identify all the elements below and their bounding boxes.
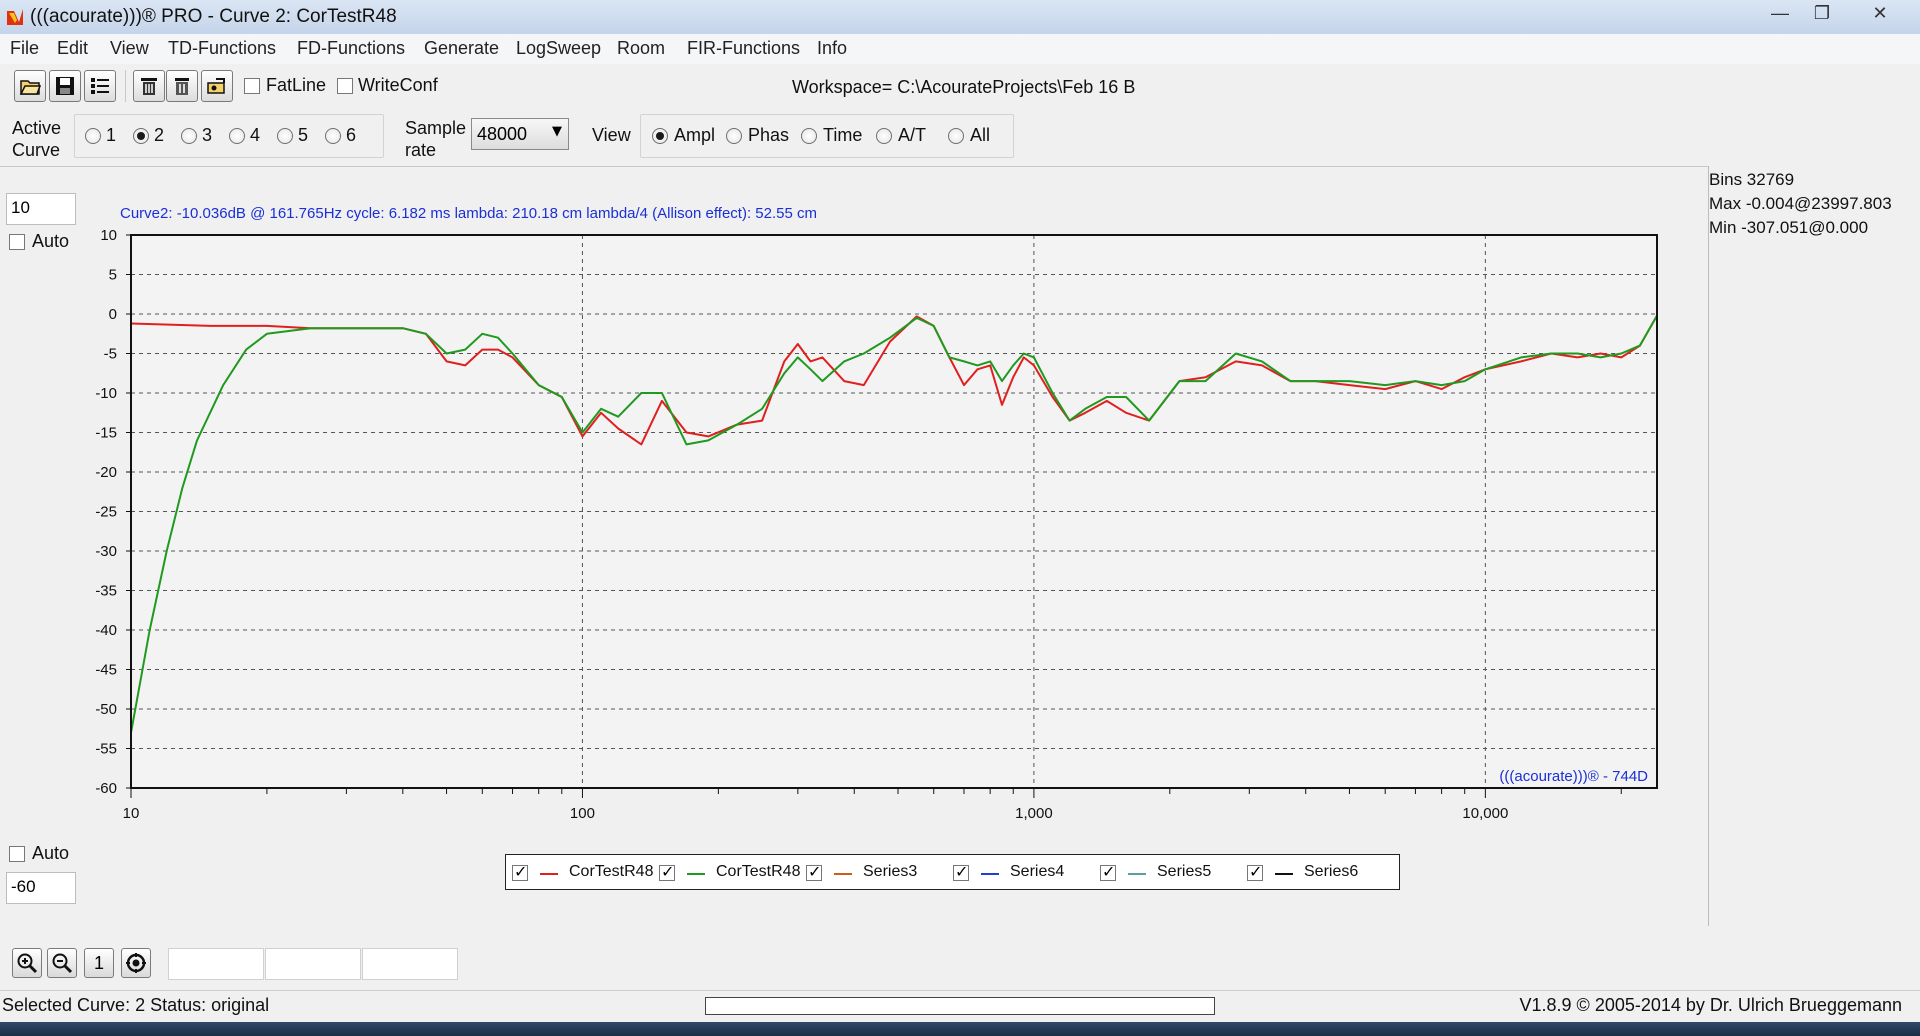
zoom-in-icon: [17, 953, 38, 974]
legend-checkbox[interactable]: [1100, 862, 1116, 881]
chart-watermark: (((acourate)))® - 744D: [1499, 768, 1648, 785]
legend-label: Series3: [863, 863, 918, 880]
y-tick-label: -60: [95, 780, 117, 797]
legend-label: Series5: [1157, 863, 1212, 880]
zoom-field-2: [265, 948, 361, 980]
version-text: V1.8.9 © 2005-2014 by Dr. Ulrich Bruegge…: [1519, 995, 1902, 1015]
legend-label: Series4: [1010, 863, 1065, 880]
legend-checkbox[interactable]: [512, 862, 528, 881]
y-tick-label: -30: [95, 543, 117, 560]
legend-checkbox[interactable]: [1247, 862, 1263, 881]
max-value: Max -0.004@23997.803: [1709, 194, 1892, 213]
x-tick-label: 100: [570, 805, 595, 822]
y-tick-label: -25: [95, 504, 117, 521]
zoom-out-icon: [52, 953, 73, 974]
taskbar: [0, 1022, 1920, 1036]
progress-bar: [705, 997, 1215, 1015]
auto-bottom-checkbox[interactable]: [9, 846, 25, 862]
y-tick-label: 10: [100, 227, 117, 244]
x-tick-label: 10,000: [1462, 805, 1508, 822]
y-tick-label: -35: [95, 583, 117, 600]
y-tick-label: -50: [95, 701, 117, 718]
legend-swatch: [540, 873, 558, 875]
zoom-field-3: [362, 948, 458, 980]
legend-label: CorTestR48: [716, 863, 801, 880]
stats-panel: [1708, 166, 1919, 926]
legend-label: Series6: [1304, 863, 1359, 880]
settings-button[interactable]: [121, 948, 151, 978]
zoom-field-1: [168, 948, 264, 980]
y-tick-label: -20: [95, 464, 117, 481]
legend-swatch: [834, 873, 852, 875]
close-icon[interactable]: ✕: [1858, 0, 1902, 26]
legend-checkbox[interactable]: [953, 862, 969, 881]
reset-zoom-button[interactable]: 1: [84, 948, 114, 978]
min-value: Min -307.051@0.000: [1709, 218, 1869, 237]
legend: CorTestR48 CorTestR48 Series3 Series4 Se…: [505, 854, 1400, 890]
zoom-out-button[interactable]: [47, 948, 77, 978]
y-tick-label: -40: [95, 622, 117, 639]
y-tick-label: -55: [95, 741, 117, 758]
legend-label: CorTestR48: [569, 863, 654, 880]
y-tick-label: -15: [95, 425, 117, 442]
restore-icon[interactable]: ❐: [1800, 0, 1844, 26]
y-tick-label: 0: [109, 306, 117, 323]
y-axis: 10 5 0 -5 -10 -15 -20 -25 -30 -35 -40 -45 -50 -55 -60: [95, 227, 131, 797]
legend-swatch: [981, 873, 999, 875]
legend-checkbox[interactable]: [659, 862, 675, 881]
y-min-input[interactable]: -60: [6, 872, 76, 904]
y-tick-label: -10: [95, 385, 117, 402]
settings-icon: [126, 953, 146, 973]
amplitude-chart[interactable]: 1050-5-10-15-20-25-30-35-40-45-50-55-60 …: [0, 0, 1700, 840]
x-axis: 10 100 1,000 10,000: [123, 788, 1622, 822]
legend-swatch: [1275, 873, 1293, 875]
auto-bottom-label: Auto: [32, 843, 70, 863]
x-tick-label: 10: [123, 805, 140, 822]
y-tick-label: -45: [95, 662, 117, 679]
y-tick-label: -5: [104, 346, 117, 363]
legend-swatch: [687, 873, 705, 875]
status-text: Selected Curve: 2 Status: original: [2, 995, 270, 1015]
y-tick-label: 5: [109, 267, 117, 284]
bins-count: Bins 32769: [1709, 170, 1795, 189]
x-tick-label: 1,000: [1015, 805, 1053, 822]
zoom-in-button[interactable]: [12, 948, 42, 978]
minimize-icon[interactable]: —: [1758, 0, 1802, 26]
legend-swatch: [1128, 873, 1146, 875]
legend-checkbox[interactable]: [806, 862, 822, 881]
